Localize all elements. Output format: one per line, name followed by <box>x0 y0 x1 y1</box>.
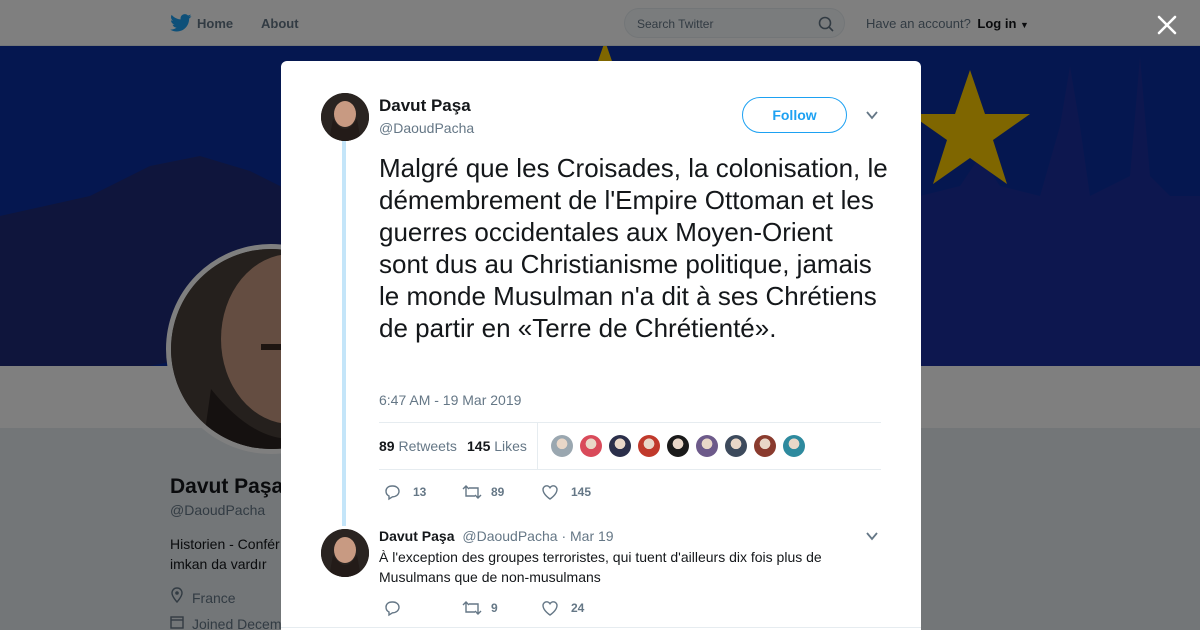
retweets-count: 89 <box>379 438 395 454</box>
tweet-author-name[interactable]: Davut Paşa <box>379 96 471 116</box>
avatar[interactable] <box>321 529 369 577</box>
retweet-count: 89 <box>491 485 505 499</box>
likes-count: 145 <box>467 438 491 454</box>
liker-avatar[interactable] <box>725 435 747 457</box>
liker-avatar[interactable] <box>783 435 805 457</box>
tweet-text: Malgré que les Croisades, la colonisatio… <box>379 153 888 343</box>
chevron-down-icon[interactable] <box>865 108 879 122</box>
tweet-stats: 89 Retweets 145 Likes <box>379 422 881 470</box>
tweet-timestamp[interactable]: 6:47 AM - 19 Mar 2019 <box>379 392 521 408</box>
modal-divider <box>281 627 921 628</box>
close-icon[interactable] <box>1155 13 1179 37</box>
tweet-author-handle[interactable]: @DaoudPacha <box>379 120 474 136</box>
reply-icon <box>385 601 400 617</box>
heart-icon <box>542 601 558 616</box>
chevron-down-icon[interactable] <box>865 529 879 543</box>
avatar[interactable] <box>321 93 369 141</box>
likes-stat[interactable]: 145 Likes <box>467 438 527 454</box>
thread-line <box>342 141 346 526</box>
reply-header: Davut Paşa @DaoudPacha · Mar 19 <box>379 528 614 544</box>
reply-date[interactable]: · Mar 19 <box>561 528 613 544</box>
stats-divider <box>537 423 538 469</box>
retweets-label: Retweets <box>398 438 457 454</box>
retweet-count: 9 <box>491 601 498 615</box>
reply-text: À l'exception des groupes terroristes, q… <box>379 549 822 585</box>
retweets-stat[interactable]: 89 Retweets <box>379 438 457 454</box>
likes-label: Likes <box>494 438 527 454</box>
like-count: 145 <box>571 485 592 499</box>
reply-count: 13 <box>413 485 427 499</box>
liker-avatar[interactable] <box>580 435 602 457</box>
liker-avatar[interactable] <box>696 435 718 457</box>
like-count: 24 <box>571 601 585 615</box>
tweet-modal: Davut Paşa @DaoudPacha Follow Malgré que… <box>281 61 921 630</box>
liker-avatar[interactable] <box>754 435 776 457</box>
liker-avatar[interactable] <box>609 435 631 457</box>
liker-avatar[interactable] <box>638 435 660 457</box>
follow-button[interactable]: Follow <box>742 97 847 133</box>
retweet-icon <box>462 601 482 615</box>
reply-author-name[interactable]: Davut Paşa <box>379 528 454 544</box>
liker-avatar[interactable] <box>551 435 573 457</box>
retweet-icon <box>462 485 482 499</box>
reply-icon <box>385 485 400 501</box>
heart-icon <box>542 485 558 500</box>
reply-author-handle[interactable]: @DaoudPacha <box>462 528 557 544</box>
liker-avatar[interactable] <box>667 435 689 457</box>
